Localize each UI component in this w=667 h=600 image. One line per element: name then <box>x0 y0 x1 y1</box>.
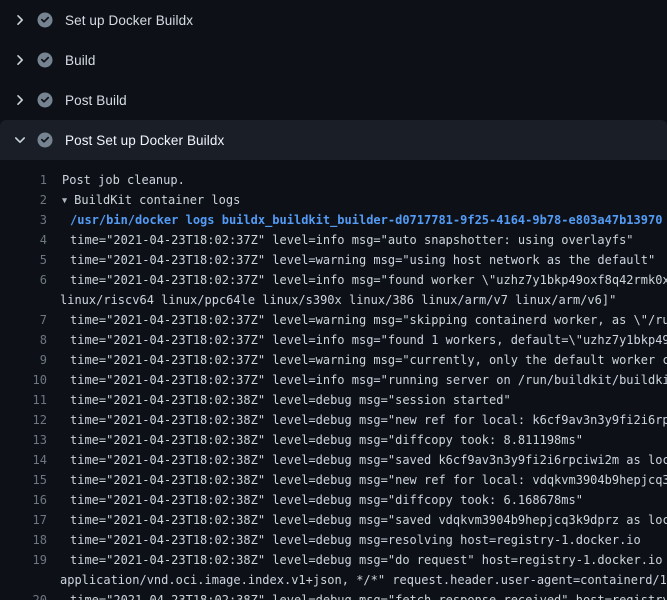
check-circle-icon <box>37 52 53 68</box>
log-text: time="2021-04-23T18:02:37Z" level=info m… <box>47 230 634 250</box>
line-number[interactable]: 17 <box>0 510 47 530</box>
log-line[interactable]: 7time="2021-04-23T18:02:37Z" level=warni… <box>0 310 667 330</box>
log-line-continuation[interactable]: linux/riscv64 linux/ppc64le linux/s390x … <box>0 290 667 310</box>
section-title: Post Set up Docker Buildx <box>65 133 224 148</box>
line-number[interactable]: 5 <box>0 250 47 270</box>
line-number[interactable]: 16 <box>0 490 47 510</box>
line-number[interactable]: 19 <box>0 550 47 570</box>
section-header-set-up-docker-buildx[interactable]: Set up Docker Buildx <box>0 0 667 40</box>
log-line[interactable]: 2▼BuildKit container logs <box>0 190 667 210</box>
line-number[interactable]: 14 <box>0 450 47 470</box>
line-number[interactable]: 9 <box>0 350 47 370</box>
log-text: time="2021-04-23T18:02:37Z" level=warnin… <box>47 350 667 370</box>
log-text: time="2021-04-23T18:02:38Z" level=debug … <box>47 430 583 450</box>
actions-log-viewer: Set up Docker Buildx Build Post Build <box>0 0 667 600</box>
chevron-down-icon[interactable] <box>12 132 28 148</box>
check-circle-icon <box>37 132 53 148</box>
log-text: time="2021-04-23T18:02:37Z" level=warnin… <box>47 310 667 330</box>
section-header-post-build[interactable]: Post Build <box>0 80 667 120</box>
line-number[interactable]: 10 <box>0 370 47 390</box>
line-number[interactable]: 4 <box>0 230 47 250</box>
log-text: time="2021-04-23T18:02:38Z" level=debug … <box>47 590 667 600</box>
log-text: application/vnd.oci.image.index.v1+json,… <box>0 570 667 590</box>
section-header-build[interactable]: Build <box>0 40 667 80</box>
log-line[interactable]: 13time="2021-04-23T18:02:38Z" level=debu… <box>0 430 667 450</box>
log-line-continuation[interactable]: application/vnd.oci.image.index.v1+json,… <box>0 570 667 590</box>
log-line[interactable]: 10time="2021-04-23T18:02:37Z" level=info… <box>0 370 667 390</box>
log-text: time="2021-04-23T18:02:38Z" level=debug … <box>47 470 667 490</box>
check-circle-icon <box>37 92 53 108</box>
section-title: Set up Docker Buildx <box>65 13 193 28</box>
log-line[interactable]: 5time="2021-04-23T18:02:37Z" level=warni… <box>0 250 667 270</box>
line-number[interactable]: 11 <box>0 390 47 410</box>
line-number[interactable]: 8 <box>0 330 47 350</box>
log-text[interactable]: ▼BuildKit container logs <box>47 190 240 210</box>
log-text: time="2021-04-23T18:02:38Z" level=debug … <box>47 550 667 570</box>
log-line[interactable]: 18time="2021-04-23T18:02:38Z" level=debu… <box>0 530 667 550</box>
line-number[interactable]: 12 <box>0 410 47 430</box>
log-line[interactable]: 12time="2021-04-23T18:02:38Z" level=debu… <box>0 410 667 430</box>
log-line[interactable]: 20time="2021-04-23T18:02:38Z" level=debu… <box>0 590 667 600</box>
group-collapse-icon[interactable]: ▼ <box>62 191 67 211</box>
log-text: linux/riscv64 linux/ppc64le linux/s390x … <box>0 290 616 310</box>
log-line[interactable]: 8time="2021-04-23T18:02:37Z" level=info … <box>0 330 667 350</box>
chevron-right-icon[interactable] <box>12 92 28 108</box>
line-number[interactable]: 2 <box>0 190 47 210</box>
log-line[interactable]: 1Post job cleanup. <box>0 170 667 190</box>
line-number[interactable]: 6 <box>0 270 47 290</box>
line-number[interactable]: 7 <box>0 310 47 330</box>
log-text: time="2021-04-23T18:02:37Z" level=info m… <box>47 330 667 350</box>
chevron-right-icon[interactable] <box>12 12 28 28</box>
log-line[interactable]: 17time="2021-04-23T18:02:38Z" level=debu… <box>0 510 667 530</box>
log-line[interactable]: 14time="2021-04-23T18:02:38Z" level=debu… <box>0 450 667 470</box>
line-number[interactable]: 20 <box>0 590 47 600</box>
log-text: time="2021-04-23T18:02:38Z" level=debug … <box>47 450 667 470</box>
check-circle-icon <box>37 12 53 28</box>
log-text: time="2021-04-23T18:02:37Z" level=info m… <box>47 270 667 290</box>
section-header-post-set-up-docker-buildx[interactable]: Post Set up Docker Buildx <box>0 120 667 160</box>
section-title: Post Build <box>65 93 127 108</box>
log-pane: 1Post job cleanup.2▼BuildKit container l… <box>0 160 667 600</box>
log-line[interactable]: 16time="2021-04-23T18:02:38Z" level=debu… <box>0 490 667 510</box>
line-number[interactable]: 13 <box>0 430 47 450</box>
log-text: time="2021-04-23T18:02:38Z" level=debug … <box>47 530 641 550</box>
log-text: time="2021-04-23T18:02:37Z" level=info m… <box>47 370 667 390</box>
log-text: time="2021-04-23T18:02:38Z" level=debug … <box>47 390 511 410</box>
log-line[interactable]: 9time="2021-04-23T18:02:37Z" level=warni… <box>0 350 667 370</box>
command-text: /usr/bin/docker logs buildx_buildkit_bui… <box>47 210 662 230</box>
line-number[interactable]: 3 <box>0 210 47 230</box>
log-text: time="2021-04-23T18:02:37Z" level=warnin… <box>47 250 655 270</box>
line-number[interactable]: 1 <box>0 170 47 190</box>
line-number[interactable]: 15 <box>0 470 47 490</box>
log-line[interactable]: 6time="2021-04-23T18:02:37Z" level=info … <box>0 270 667 290</box>
log-text: time="2021-04-23T18:02:38Z" level=debug … <box>47 490 583 510</box>
log-text: time="2021-04-23T18:02:38Z" level=debug … <box>47 410 667 430</box>
log-line[interactable]: 15time="2021-04-23T18:02:38Z" level=debu… <box>0 470 667 490</box>
log-line[interactable]: 3/usr/bin/docker logs buildx_buildkit_bu… <box>0 210 667 230</box>
line-number[interactable]: 18 <box>0 530 47 550</box>
log-line[interactable]: 4time="2021-04-23T18:02:37Z" level=info … <box>0 230 667 250</box>
section-title: Build <box>65 53 96 68</box>
sections-list: Set up Docker Buildx Build Post Build <box>0 0 667 160</box>
chevron-right-icon[interactable] <box>12 52 28 68</box>
log-text: Post job cleanup. <box>47 170 185 190</box>
log-text: time="2021-04-23T18:02:38Z" level=debug … <box>47 510 667 530</box>
log-line[interactable]: 11time="2021-04-23T18:02:38Z" level=debu… <box>0 390 667 410</box>
log-line[interactable]: 19time="2021-04-23T18:02:38Z" level=debu… <box>0 550 667 570</box>
